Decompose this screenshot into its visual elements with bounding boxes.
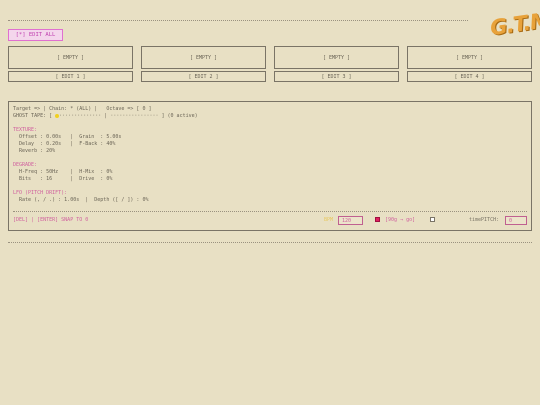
slot-4[interactable]: [ EMPTY ] [407, 46, 532, 69]
ghost-tape-line: GHOST TAPE: [ ·············· | ·········… [13, 113, 198, 119]
target-line: Target => | Chain: * (ALL) | Octave => [… [13, 106, 152, 112]
top-dotted-divider [8, 20, 468, 21]
ghost-tape-prefix: GHOST TAPE: [ [13, 113, 56, 119]
sync-label: [90g → go] [385, 217, 416, 223]
secondary-checkbox[interactable] [430, 217, 435, 222]
ghost-tape-suffix: ·············· | ················ ] (0 a… [59, 113, 198, 119]
timepitch-input[interactable]: 0 [505, 216, 527, 225]
panel-divider [13, 211, 527, 212]
bpm-input[interactable]: 120 [338, 216, 363, 225]
edit-3-button[interactable]: [ EDIT 3 ] [274, 71, 399, 82]
edit-4-button[interactable]: [ EDIT 4 ] [407, 71, 532, 82]
edit-all-button[interactable]: [*] EDIT ALL [8, 29, 63, 41]
texture-line-1: Offset : 0.00s | Grain : 5.00s [13, 134, 122, 140]
edit-1-button[interactable]: [ EDIT 1 ] [8, 71, 133, 82]
lfo-header: LFO (PITCH DRIFT): [13, 190, 68, 196]
sync-checkbox[interactable] [375, 217, 380, 222]
timepitch-label: timePITCH: [469, 217, 500, 223]
degrade-line-1: H-Freq : 50Hz | H-Mix : 0% [13, 169, 113, 175]
app-logo: G.T.M [488, 7, 540, 41]
degrade-line-2: Bits : 16 | Drive : 0% [13, 176, 113, 182]
bottom-dotted-divider [8, 242, 532, 243]
texture-line-3: Reverb : 20% [13, 148, 56, 154]
help-text: [DEL] | [ENTER] SNAP TO 0 [13, 217, 89, 223]
lfo-line-1: Rate (, / .) : 1.00s | Depth ([ / ]) : 0… [13, 197, 149, 203]
texture-header: TEXTURE: [13, 127, 38, 133]
degrade-header: DEGRADE: [13, 162, 38, 168]
slot-1[interactable]: [ EMPTY ] [8, 46, 133, 69]
bpm-label: BPM [324, 217, 334, 223]
texture-line-2: Delay : 0.20s | F-Back : 40% [13, 141, 116, 147]
slot-2[interactable]: [ EMPTY ] [141, 46, 266, 69]
slot-3[interactable]: [ EMPTY ] [274, 46, 399, 69]
edit-2-button[interactable]: [ EDIT 2 ] [141, 71, 266, 82]
